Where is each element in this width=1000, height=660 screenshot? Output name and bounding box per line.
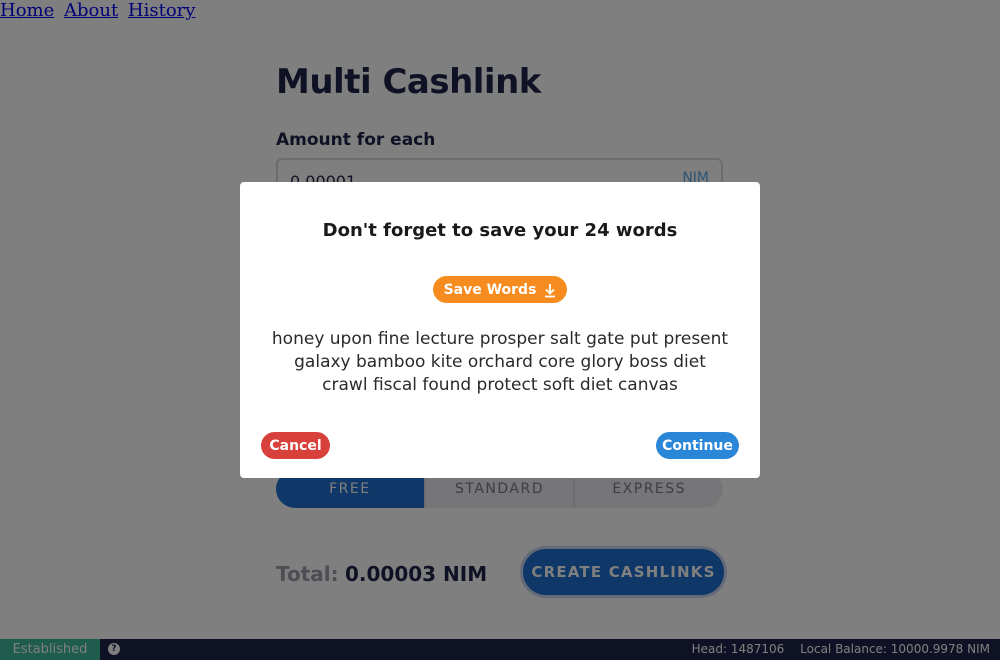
cancel-button[interactable]: Cancel (261, 432, 330, 459)
save-words-label: Save Words (443, 281, 537, 298)
save-words-button[interactable]: Save Words (433, 276, 567, 303)
download-icon (544, 282, 556, 298)
continue-button[interactable]: Continue (656, 432, 739, 459)
save-words-dialog: Don't forget to save your 24 words Save … (240, 182, 760, 478)
recovery-words: honey upon fine lecture prosper salt gat… (271, 329, 729, 395)
dialog-title: Don't forget to save your 24 words (322, 220, 678, 241)
